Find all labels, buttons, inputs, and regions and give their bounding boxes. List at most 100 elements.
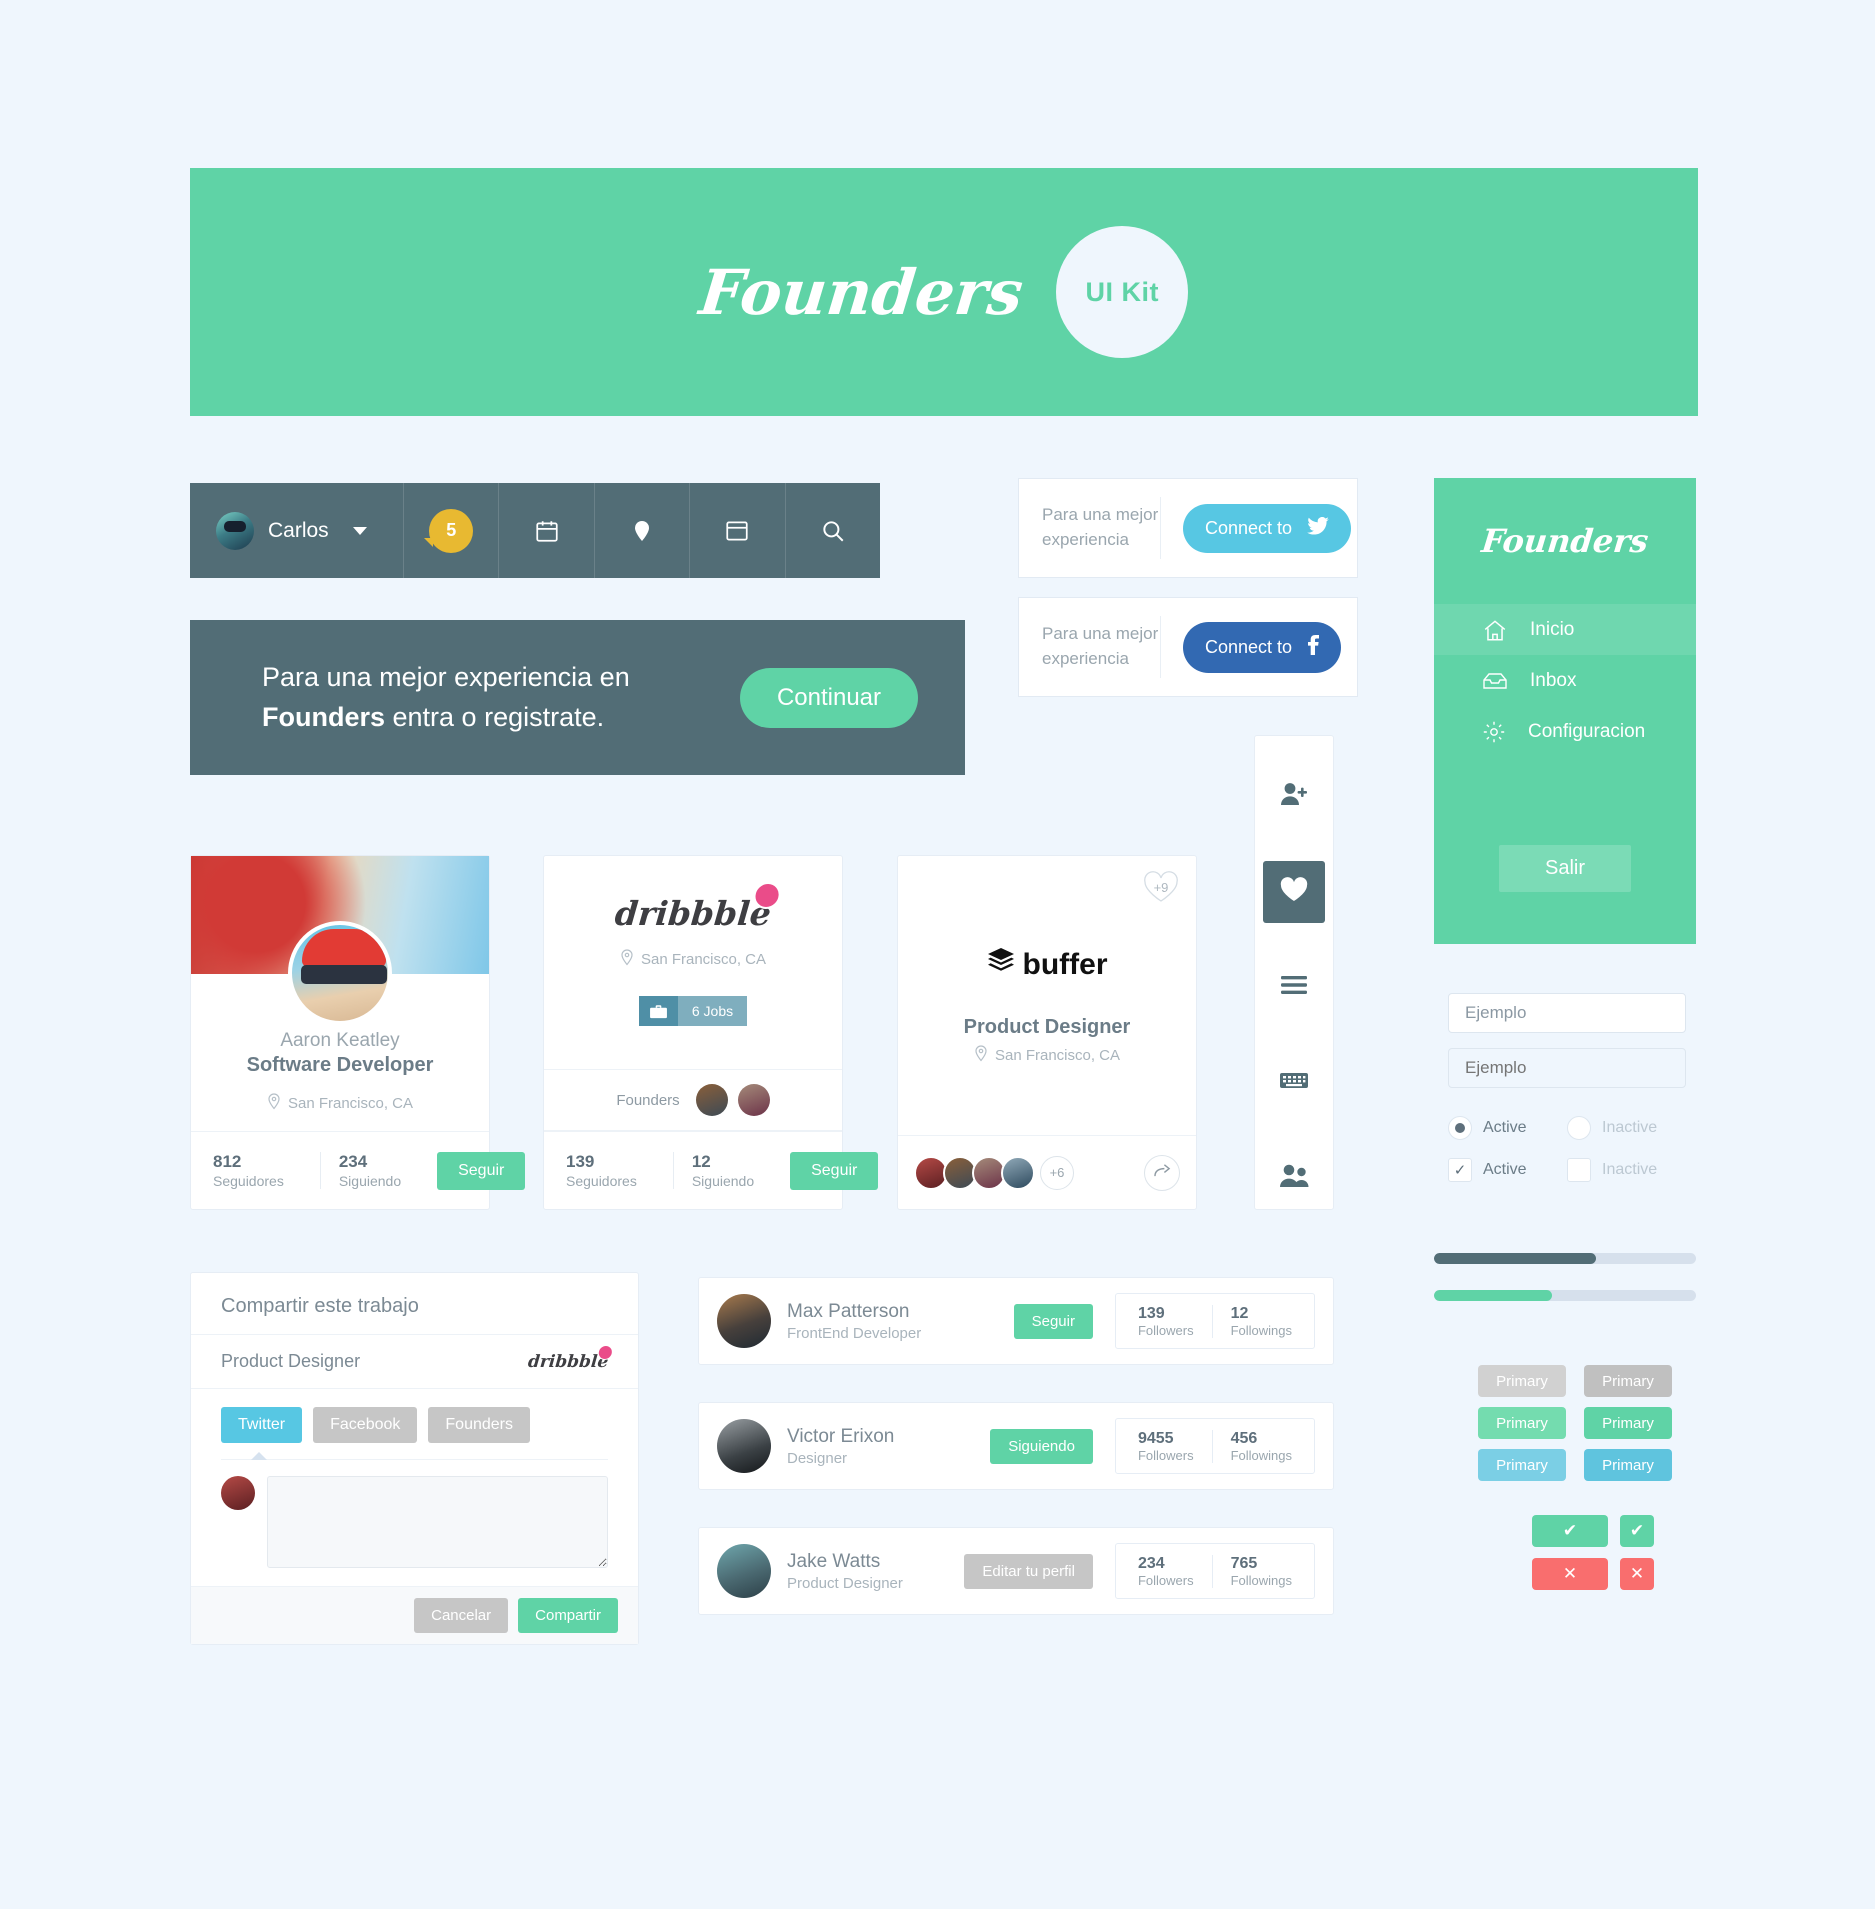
row-role: Designer — [787, 1449, 848, 1467]
progress-bar-green[interactable] — [1434, 1290, 1696, 1301]
confirm-button-wide[interactable]: ✔ — [1532, 1515, 1608, 1547]
radio-icon-selected[interactable] — [1448, 1116, 1472, 1140]
ui-kit-page: Founders UI Kit Carlos 5 Para una mejor … — [0, 0, 1875, 1909]
follow-button[interactable]: Seguir — [790, 1151, 879, 1190]
stat-value: 812 — [213, 1152, 242, 1171]
navbar-user-menu[interactable]: Carlos — [190, 483, 403, 578]
logout-button[interactable]: Salir — [1498, 845, 1631, 892]
navbar-window-button[interactable] — [689, 483, 784, 578]
follow-button[interactable]: Seguir — [437, 1151, 526, 1190]
stat-value: 9455 — [1137, 1429, 1174, 1447]
location-pin-icon — [974, 1045, 988, 1066]
toolbar-users-button[interactable] — [1263, 1148, 1325, 1209]
radio-option-inactive[interactable]: Inactive — [1567, 1116, 1686, 1140]
checkbox-option-active[interactable]: ✓ Active — [1448, 1158, 1567, 1182]
checkbox-group: ✓ Active Inactive — [1448, 1158, 1686, 1182]
connect-facebook-button-label: Connect to — [1205, 636, 1293, 657]
continuar-button[interactable]: Continuar — [739, 667, 918, 728]
confirm-button-square[interactable]: ✔ — [1620, 1515, 1654, 1547]
share-submit-button[interactable]: Compartir — [518, 1598, 618, 1633]
connect-facebook-card: Para una mejor experiencia Connect to — [1018, 597, 1358, 697]
toolbar-add-user-button[interactable] — [1263, 766, 1325, 827]
share-message-input[interactable] — [267, 1476, 608, 1568]
heart-count: +9 — [1153, 879, 1169, 895]
row-stats: 139 Followers 12 Followings — [1114, 1293, 1315, 1349]
buffer-logo-text: buffer — [1022, 948, 1108, 981]
row-action-button[interactable]: Seguir — [1013, 1303, 1093, 1339]
jobs-badge[interactable]: 6 Jobs — [638, 996, 748, 1026]
stat-value: 234 — [338, 1152, 368, 1171]
twitter-icon — [1307, 516, 1329, 540]
row-name: Victor Erixon — [787, 1425, 895, 1447]
navbar-location-button[interactable] — [593, 483, 689, 578]
dribbble-logo-text: dribbble — [613, 894, 773, 933]
sidebar-item-label: Inicio — [1530, 618, 1575, 640]
stat-followers: 139 Followers — [1120, 1305, 1212, 1338]
radio-label: Inactive — [1602, 1119, 1658, 1136]
reject-button-wide[interactable]: ✕ — [1532, 1558, 1608, 1590]
window-icon — [724, 519, 750, 543]
avatar[interactable] — [695, 1084, 728, 1116]
text-input-empty[interactable] — [1448, 1048, 1686, 1088]
tab-founders[interactable]: Founders — [428, 1407, 530, 1443]
row-action-button[interactable]: Editar tu perfil — [964, 1553, 1093, 1589]
profile-location-text: San Francisco, CA — [287, 1095, 414, 1112]
dialog-title: Compartir este trabajo — [191, 1273, 638, 1335]
connect-facebook-button[interactable]: Connect to — [1183, 621, 1342, 673]
avatar-overflow-count[interactable]: +6 — [1040, 1155, 1074, 1190]
radio-label: Active — [1483, 1119, 1527, 1136]
table-row: Jake Watts Product Designer Editar tu pe… — [698, 1527, 1334, 1615]
stat-value: 234 — [1137, 1554, 1165, 1572]
primary-button-green-light[interactable]: Primary — [1478, 1407, 1566, 1439]
stat-value: 139 — [566, 1152, 595, 1171]
checkbox-icon-unchecked[interactable] — [1567, 1158, 1591, 1182]
navbar-calendar-button[interactable] — [498, 483, 593, 578]
primary-button-blue-dark[interactable]: Primary — [1584, 1449, 1672, 1481]
keyboard-icon — [1280, 1071, 1308, 1095]
row-action-button[interactable]: Siguiendo — [990, 1428, 1093, 1464]
cancel-button[interactable]: Cancelar — [414, 1598, 509, 1633]
checkbox-label: Inactive — [1602, 1161, 1658, 1178]
avatar[interactable] — [737, 1084, 770, 1116]
avatar — [221, 1476, 255, 1510]
tab-facebook[interactable]: Facebook — [313, 1407, 418, 1443]
primary-button-grey-dark[interactable]: Primary — [1584, 1365, 1672, 1397]
reject-button-square[interactable]: ✕ — [1620, 1558, 1654, 1590]
stat-value: 12 — [691, 1152, 711, 1171]
primary-button-green-dark[interactable]: Primary — [1584, 1407, 1672, 1439]
toolbar-keyboard-button[interactable] — [1263, 1052, 1325, 1113]
sidebar-item-inicio[interactable]: Inicio — [1434, 604, 1696, 655]
buffer-avatar-stack: +6 — [898, 1135, 1196, 1209]
avatar[interactable] — [1001, 1155, 1035, 1190]
sidebar-item-inbox[interactable]: Inbox — [1434, 655, 1696, 706]
checkbox-icon-checked[interactable]: ✓ — [1448, 1158, 1472, 1182]
sidebar-item-configuracion[interactable]: Configuracion — [1434, 706, 1696, 757]
stat-label: Seguidores — [213, 1173, 284, 1189]
tab-twitter[interactable]: Twitter — [221, 1407, 303, 1443]
primary-button-grey-light[interactable]: Primary — [1478, 1365, 1566, 1397]
navbar-search-button[interactable] — [784, 483, 880, 578]
progress-bar-dark[interactable] — [1434, 1253, 1696, 1264]
toolbar-favorites-button[interactable] — [1263, 861, 1325, 923]
sidebar-item-label: Configuracion — [1528, 720, 1646, 742]
text-input-filled[interactable] — [1448, 993, 1686, 1033]
checkbox-option-inactive[interactable]: Inactive — [1567, 1158, 1686, 1182]
connect-twitter-label: Para una mejor experiencia — [1019, 497, 1161, 559]
button-samples: Primary Primary Primary Primary Primary … — [1478, 1365, 1672, 1481]
navbar-notifications[interactable]: 5 — [403, 483, 498, 578]
radio-option-active[interactable]: Active — [1448, 1116, 1567, 1140]
connect-twitter-button[interactable]: Connect to — [1183, 503, 1352, 553]
toolbar-menu-button[interactable] — [1263, 957, 1325, 1018]
stat-followings: 765 Followings — [1211, 1554, 1310, 1588]
stat-following: 12 Siguiendo — [672, 1152, 772, 1189]
dribbble-logo-text: dribbble — [526, 1351, 609, 1372]
primary-button-blue-light[interactable]: Primary — [1478, 1449, 1566, 1481]
facebook-icon — [1307, 634, 1320, 660]
row-text: Jake Watts Product Designer — [787, 1551, 903, 1592]
vertical-toolbar — [1254, 735, 1334, 1210]
heart-like-badge[interactable]: +9 — [1142, 870, 1180, 904]
dialog-subject: Product Designer — [221, 1351, 361, 1371]
share-button[interactable] — [1144, 1154, 1180, 1191]
chevron-down-icon — [352, 526, 367, 535]
radio-icon-unselected[interactable] — [1567, 1116, 1591, 1140]
